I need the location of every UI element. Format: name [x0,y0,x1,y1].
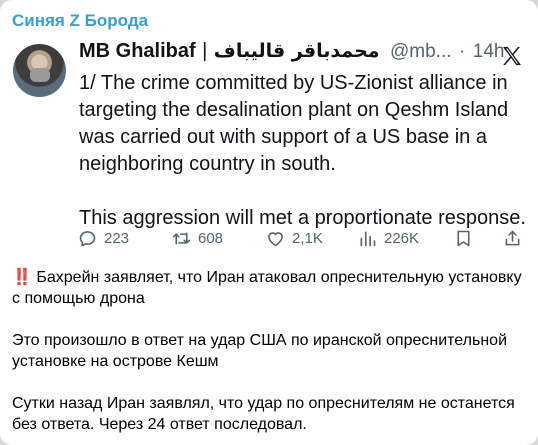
message-bubble: Синяя Z Борода MB Ghalibaf | محمدباقر قا… [0,0,538,445]
avatar[interactable] [13,44,66,97]
like-count: 2,1K [292,229,323,247]
like-button[interactable]: 2,1K [265,226,323,250]
message-paragraph: Сутки назад Иран заявлял, что удар по оп… [12,395,515,433]
share-icon [505,230,520,245]
tweet-author-name-persian[interactable]: محمدباقر قالیباف [214,40,380,62]
reply-button[interactable]: 223 [77,226,129,250]
name-separator: | [202,40,208,62]
tweet-handle[interactable]: @mb... [390,41,452,62]
views-count: 226K [384,229,420,247]
message-paragraph-text: Бахрейн заявляет, что Иран атаковал опре… [12,269,522,307]
bookmark-icon [457,230,470,246]
tweet-author-name[interactable]: MB Ghalibaf [79,40,196,62]
time-dot: · [458,41,466,62]
retweet-icon [172,231,191,245]
x-logo-icon[interactable] [500,44,524,68]
heart-icon [268,231,283,246]
channel-name[interactable]: Синяя Z Борода [12,11,148,31]
message-paragraph: ‼️ Бахрейн заявляет, что Иран атаковал о… [12,267,527,309]
double-exclamation-icon: ‼️ [12,269,32,286]
tweet-paragraph: 1/ The crime committed by US-Zionist all… [79,72,509,175]
reply-icon [79,230,96,246]
tweet-embed[interactable]: MB Ghalibaf | محمدباقر قالیباف @mb... · … [0,36,538,256]
bookmark-button[interactable] [453,226,480,250]
message-paragraph: Это произошло в ответ на удар США по ира… [12,332,508,370]
tweet-header: MB Ghalibaf | محمدباقر قالیباف @mb... · … [79,40,529,70]
retweet-count: 608 [198,229,224,247]
views-chart-icon [360,231,376,246]
retweet-button[interactable]: 608 [171,226,223,250]
message-text: ‼️ Бахрейн заявляет, что Иран атаковал о… [12,267,527,435]
tweet-text: 1/ The crime committed by US-Zionist all… [79,70,529,232]
tweet-actions: 223 608 2,1K 226K [77,226,527,252]
reply-count: 223 [104,229,130,247]
views-button[interactable]: 226K [357,226,419,250]
share-button[interactable] [502,226,529,250]
